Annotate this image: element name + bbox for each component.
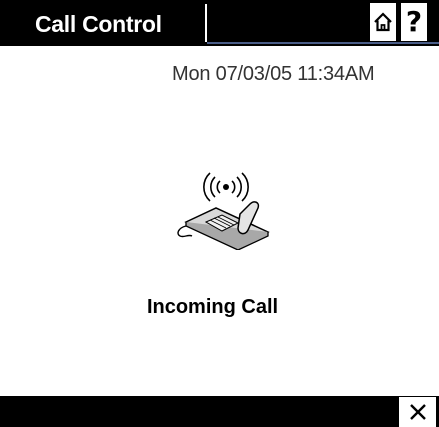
help-icon: ? <box>405 5 423 38</box>
bottom-bar <box>0 396 439 427</box>
close-icon <box>409 404 426 420</box>
ringing-phone-icon <box>177 172 270 250</box>
home-icon <box>374 12 392 32</box>
help-button[interactable]: ? <box>401 3 427 41</box>
topbar-underline <box>207 42 439 44</box>
top-bar: Call Control ? <box>0 0 439 46</box>
title-divider <box>205 4 207 42</box>
home-button[interactable] <box>370 3 396 41</box>
page-title: Call Control <box>35 11 162 37</box>
datetime-display: Mon 07/03/05 11:34AM <box>172 63 375 85</box>
call-status-text: Incoming Call <box>146 296 279 318</box>
close-button[interactable] <box>399 397 436 427</box>
